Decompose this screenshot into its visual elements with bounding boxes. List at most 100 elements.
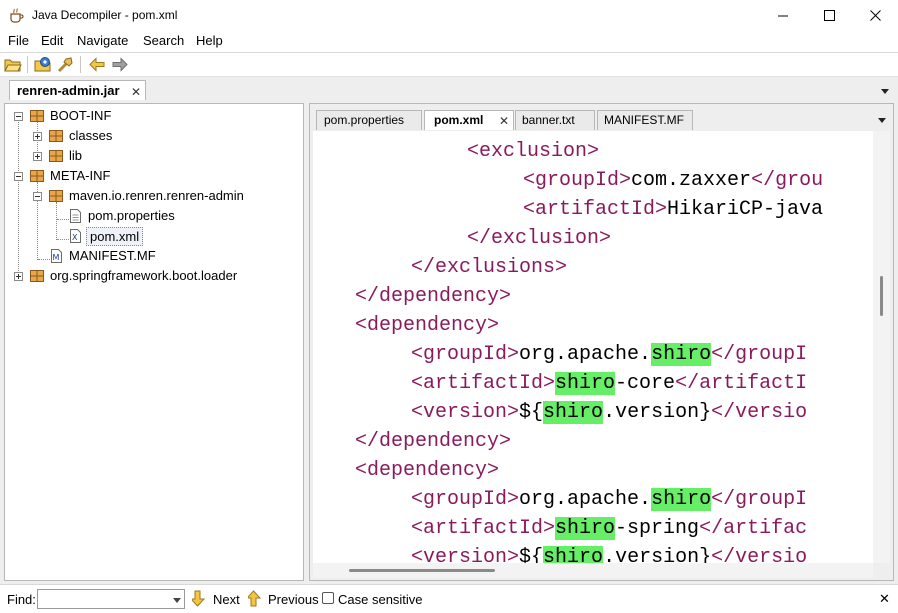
xml-tag: <version> bbox=[411, 546, 520, 563]
xml-file-icon: X bbox=[70, 229, 81, 243]
open-file-icon[interactable] bbox=[4, 56, 22, 73]
forward-arrow-icon[interactable] bbox=[111, 56, 129, 73]
tab-label: MANIFEST.MF bbox=[604, 113, 684, 127]
title-bar: Java Decompiler - pom.xml bbox=[0, 0, 898, 31]
find-history-dropdown-icon[interactable] bbox=[173, 598, 181, 603]
xml-tag: </groupI bbox=[711, 343, 808, 366]
previous-arrow-icon bbox=[248, 590, 262, 607]
tree-label: BOOT-INF bbox=[50, 108, 112, 123]
xml-tag: </versio bbox=[711, 401, 808, 424]
xml-tag: </artifactI bbox=[675, 372, 808, 395]
tree-node-lib[interactable]: lib bbox=[5, 147, 303, 165]
menu-edit[interactable]: Edit bbox=[41, 33, 63, 48]
tab-pom-xml[interactable]: pom.xml ✕ bbox=[424, 110, 514, 130]
xml-text: org.apache. bbox=[519, 343, 652, 366]
tree-node-boot-inf[interactable]: BOOT-INF bbox=[5, 107, 303, 125]
tab-manifest-mf[interactable]: MANIFEST.MF bbox=[597, 110, 693, 130]
svg-text:X: X bbox=[72, 233, 78, 242]
code-viewer[interactable]: <exclusion> <groupId>com.zaxxer</grou <art… bbox=[313, 131, 873, 563]
xml-text: .version} bbox=[603, 546, 712, 563]
text-file-icon bbox=[70, 209, 81, 223]
search-highlight: shiro bbox=[555, 517, 616, 540]
find-label: Find: bbox=[7, 592, 36, 607]
close-tab-icon[interactable]: ✕ bbox=[131, 86, 141, 98]
expand-icon[interactable] bbox=[14, 272, 23, 281]
package-icon bbox=[49, 130, 63, 142]
toolbar bbox=[0, 53, 898, 77]
collapse-icon[interactable] bbox=[14, 112, 23, 121]
tree-node-meta-inf[interactable]: META-INF bbox=[5, 167, 303, 185]
package-icon bbox=[30, 170, 44, 182]
tree-label: pom.xml bbox=[86, 227, 144, 246]
tree-label: pom.properties bbox=[88, 208, 175, 223]
back-arrow-icon[interactable] bbox=[88, 56, 106, 73]
tree-node-pom-properties[interactable]: pom.properties bbox=[5, 207, 303, 225]
search-type-icon[interactable] bbox=[57, 56, 75, 73]
tab-renren-admin-jar[interactable]: renren-admin.jar ✕ bbox=[9, 80, 146, 100]
collapse-icon[interactable] bbox=[14, 172, 23, 181]
xml-text: ${ bbox=[519, 401, 544, 424]
package-icon bbox=[49, 150, 63, 162]
file-tree: BOOT-INF classes lib META-INF maven.io.r… bbox=[4, 103, 304, 581]
code-line: <version>${shiro.version}</versio bbox=[411, 543, 807, 563]
open-type-icon[interactable] bbox=[34, 56, 52, 73]
search-highlight: shiro bbox=[651, 488, 712, 511]
tree-node-manifest[interactable]: M MANIFEST.MF bbox=[5, 247, 303, 265]
tab-banner-txt[interactable]: banner.txt bbox=[515, 110, 595, 130]
vertical-scroll-thumb[interactable] bbox=[880, 276, 883, 316]
search-highlight: shiro bbox=[651, 343, 712, 366]
minimize-button[interactable] bbox=[760, 0, 806, 31]
tree-label: org.springframework.boot.loader bbox=[50, 268, 238, 283]
tree-node-maven-package[interactable]: maven.io.renren.renren-admin bbox=[5, 187, 303, 205]
code-line: <exclusion> bbox=[467, 137, 599, 166]
search-highlight: shiro bbox=[543, 546, 604, 563]
xml-tag: <groupId> bbox=[523, 169, 632, 192]
tree-label: maven.io.renren.renren-admin bbox=[69, 188, 244, 203]
tree-node-spring-loader[interactable]: org.springframework.boot.loader bbox=[5, 267, 303, 285]
collapse-icon[interactable] bbox=[33, 192, 42, 201]
close-find-bar-icon[interactable]: ✕ bbox=[879, 591, 890, 607]
horizontal-scroll-thumb[interactable] bbox=[349, 569, 495, 572]
tab-list-dropdown-icon[interactable] bbox=[881, 89, 889, 94]
next-arrow-icon bbox=[192, 590, 206, 607]
code-line: <artifactId>shiro-core</artifactI bbox=[411, 369, 807, 398]
horizontal-scrollbar[interactable] bbox=[313, 563, 873, 578]
code-line: <artifactId>HikariCP-java bbox=[523, 195, 823, 224]
xml-tag: <dependency> bbox=[355, 459, 500, 482]
xml-tag: </versio bbox=[711, 546, 808, 563]
xml-tag: <artifactId> bbox=[411, 517, 556, 540]
xml-text: -spring bbox=[615, 517, 700, 540]
xml-tag: </dependency> bbox=[355, 430, 512, 453]
find-input[interactable] bbox=[37, 589, 185, 609]
toolbar-separator bbox=[27, 56, 28, 73]
search-highlight: shiro bbox=[543, 401, 604, 424]
expand-icon[interactable] bbox=[33, 152, 42, 161]
maximize-button[interactable] bbox=[806, 0, 852, 31]
xml-tag: </exclusion> bbox=[467, 227, 612, 250]
xml-tag: </groupI bbox=[711, 488, 808, 511]
menu-help[interactable]: Help bbox=[196, 33, 223, 48]
xml-tag: <artifactId> bbox=[523, 198, 668, 221]
xml-tag: </exclusions> bbox=[411, 256, 568, 279]
xml-tag: <exclusion> bbox=[467, 140, 600, 163]
tab-pom-properties[interactable]: pom.properties bbox=[316, 110, 422, 130]
xml-tag: </dependency> bbox=[355, 285, 512, 308]
close-tab-icon[interactable]: ✕ bbox=[499, 115, 509, 127]
xml-tag: </artifac bbox=[699, 517, 808, 540]
editor-tab-list-dropdown-icon[interactable] bbox=[878, 118, 886, 123]
xml-text: HikariCP-java bbox=[667, 198, 824, 221]
menu-search[interactable]: Search bbox=[143, 33, 184, 48]
vertical-scrollbar[interactable] bbox=[873, 131, 890, 563]
package-icon bbox=[30, 270, 44, 282]
tree-node-pom-xml[interactable]: X pom.xml bbox=[5, 227, 303, 246]
package-icon bbox=[49, 190, 63, 202]
close-button[interactable] bbox=[852, 0, 898, 31]
xml-tag: <version> bbox=[411, 401, 520, 424]
tree-label: classes bbox=[69, 128, 113, 143]
xml-text: org.apache. bbox=[519, 488, 652, 511]
menu-navigate[interactable]: Navigate bbox=[77, 33, 128, 48]
tree-node-classes[interactable]: classes bbox=[5, 127, 303, 145]
menu-file[interactable]: File bbox=[8, 33, 29, 48]
case-sensitive-checkbox[interactable] bbox=[322, 592, 334, 604]
expand-icon[interactable] bbox=[33, 132, 42, 141]
